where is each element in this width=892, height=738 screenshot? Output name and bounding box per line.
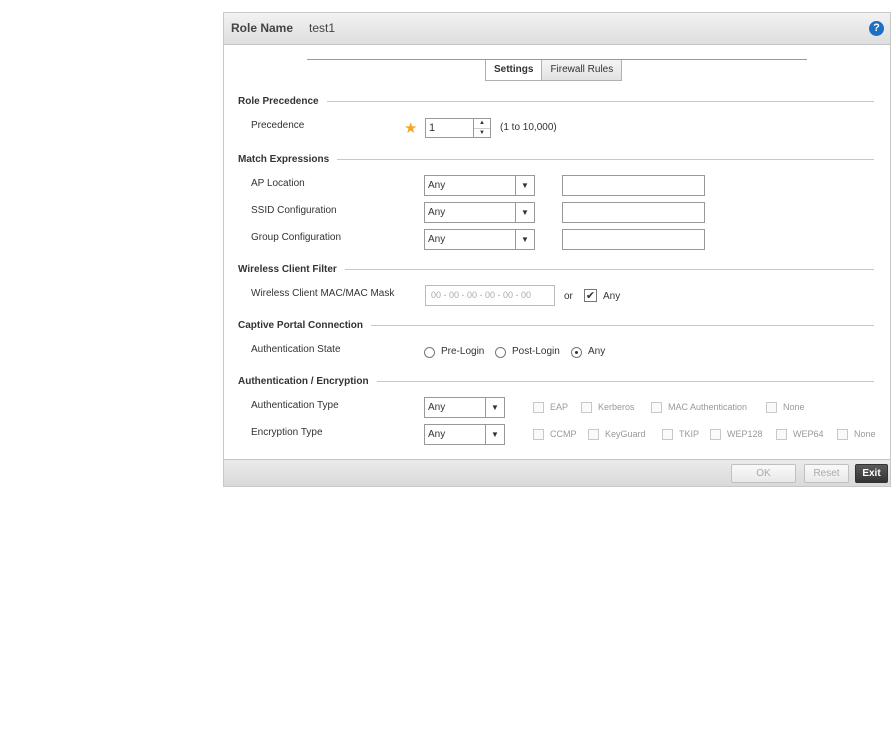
section-role-precedence: Role Precedence bbox=[238, 96, 874, 107]
group-configuration-select-value: Any bbox=[428, 234, 446, 245]
dialog-header: Role Name test1 ? bbox=[224, 13, 890, 45]
auth-type-select[interactable]: Any ▼ bbox=[424, 397, 505, 418]
exit-button[interactable]: Exit bbox=[855, 464, 888, 483]
section-title: Authentication / Encryption bbox=[238, 376, 369, 387]
ap-location-select[interactable]: Any ▼ bbox=[424, 175, 535, 196]
radio-any[interactable] bbox=[571, 347, 582, 358]
checkbox-keyguard[interactable] bbox=[588, 429, 599, 440]
post-login-label: Post-Login bbox=[512, 346, 560, 357]
section-captive-portal: Captive Portal Connection bbox=[238, 320, 874, 331]
checkbox-eap[interactable] bbox=[533, 402, 544, 413]
dialog-footer: OK Reset Exit bbox=[224, 459, 890, 486]
ccmp-label: CCMP bbox=[550, 429, 577, 439]
help-icon[interactable]: ? bbox=[869, 21, 884, 36]
precedence-hint: (1 to 10,000) bbox=[500, 122, 557, 133]
chevron-down-icon[interactable]: ▼ bbox=[485, 398, 504, 417]
checkbox-wep128[interactable] bbox=[710, 429, 721, 440]
checkbox-wep64[interactable] bbox=[776, 429, 787, 440]
mac-input-placeholder: 00 - 00 - 00 - 00 - 00 - 00 bbox=[431, 290, 532, 300]
any-label: Any bbox=[588, 346, 606, 357]
ok-button[interactable]: OK bbox=[731, 464, 796, 483]
mac-any-checkbox[interactable]: ✔ bbox=[584, 289, 597, 302]
keyguard-label: KeyGuard bbox=[605, 429, 646, 439]
ssid-configuration-input[interactable] bbox=[562, 202, 705, 223]
section-title: Match Expressions bbox=[238, 154, 330, 165]
tab-bar: Settings Firewall Rules bbox=[485, 60, 623, 81]
section-auth-encryption: Authentication / Encryption bbox=[238, 376, 874, 387]
section-title: Wireless Client Filter bbox=[238, 264, 337, 275]
section-title: Captive Portal Connection bbox=[238, 320, 364, 331]
mac-input[interactable]: 00 - 00 - 00 - 00 - 00 - 00 bbox=[425, 285, 555, 306]
tab-firewall-rules[interactable]: Firewall Rules bbox=[541, 60, 623, 81]
spinner-up-icon[interactable]: ▲ bbox=[474, 119, 490, 129]
precedence-spinner[interactable]: 1 ▲ ▼ bbox=[425, 118, 491, 138]
section-match-expressions: Match Expressions bbox=[238, 154, 874, 165]
enc-type-select[interactable]: Any ▼ bbox=[424, 424, 505, 445]
kerberos-label: Kerberos bbox=[598, 402, 635, 412]
group-configuration-label: Group Configuration bbox=[251, 232, 342, 243]
or-label: or bbox=[564, 291, 573, 302]
enc-none-label: None bbox=[854, 429, 876, 439]
auth-none-label: None bbox=[783, 402, 805, 412]
chevron-down-icon[interactable]: ▼ bbox=[515, 176, 534, 195]
mac-label: Wireless Client MAC/MAC Mask bbox=[251, 288, 395, 299]
mac-any-label: Any bbox=[603, 291, 621, 302]
chevron-down-icon[interactable]: ▼ bbox=[515, 203, 534, 222]
tab-settings[interactable]: Settings bbox=[485, 60, 543, 81]
ap-location-input[interactable] bbox=[562, 175, 705, 196]
pre-login-label: Pre-Login bbox=[441, 346, 485, 357]
radio-pre-login[interactable] bbox=[424, 347, 435, 358]
radio-post-login[interactable] bbox=[495, 347, 506, 358]
ap-location-select-value: Any bbox=[428, 180, 446, 191]
role-name-value: test1 bbox=[309, 21, 336, 35]
group-configuration-input[interactable] bbox=[562, 229, 705, 250]
checkbox-enc-none[interactable] bbox=[837, 429, 848, 440]
wep128-label: WEP128 bbox=[727, 429, 763, 439]
checkbox-kerberos[interactable] bbox=[581, 402, 592, 413]
wep64-label: WEP64 bbox=[793, 429, 824, 439]
spinner-arrows[interactable]: ▲ ▼ bbox=[473, 119, 490, 137]
precedence-label: Precedence bbox=[251, 120, 305, 131]
role-name-label: Role Name bbox=[231, 21, 294, 35]
tkip-label: TKIP bbox=[679, 429, 700, 439]
required-star-icon: ★ bbox=[404, 120, 418, 137]
ssid-configuration-select[interactable]: Any ▼ bbox=[424, 202, 535, 223]
ssid-configuration-label: SSID Configuration bbox=[251, 205, 337, 216]
precedence-value[interactable]: 1 bbox=[429, 122, 435, 134]
spinner-down-icon[interactable]: ▼ bbox=[474, 129, 490, 138]
eap-label: EAP bbox=[550, 402, 569, 412]
checkbox-auth-none[interactable] bbox=[766, 402, 777, 413]
checkbox-ccmp[interactable] bbox=[533, 429, 544, 440]
auth-type-label: Authentication Type bbox=[251, 400, 339, 411]
section-title: Role Precedence bbox=[238, 96, 319, 107]
auth-type-select-value: Any bbox=[428, 402, 446, 413]
enc-type-label: Encryption Type bbox=[251, 427, 323, 438]
role-dialog: Role Name test1 ? Settings Firewall Rule… bbox=[223, 12, 891, 487]
reset-button[interactable]: Reset bbox=[804, 464, 849, 483]
section-wireless-client-filter: Wireless Client Filter bbox=[238, 264, 874, 275]
group-configuration-select[interactable]: Any ▼ bbox=[424, 229, 535, 250]
checkbox-mac-authentication[interactable] bbox=[651, 402, 662, 413]
checkbox-tkip[interactable] bbox=[662, 429, 673, 440]
enc-type-select-value: Any bbox=[428, 429, 446, 440]
chevron-down-icon[interactable]: ▼ bbox=[485, 425, 504, 444]
ap-location-label: AP Location bbox=[251, 178, 305, 189]
auth-state-label: Authentication State bbox=[251, 344, 341, 355]
ssid-configuration-select-value: Any bbox=[428, 207, 446, 218]
mac-authentication-label: MAC Authentication bbox=[668, 402, 748, 412]
chevron-down-icon[interactable]: ▼ bbox=[515, 230, 534, 249]
